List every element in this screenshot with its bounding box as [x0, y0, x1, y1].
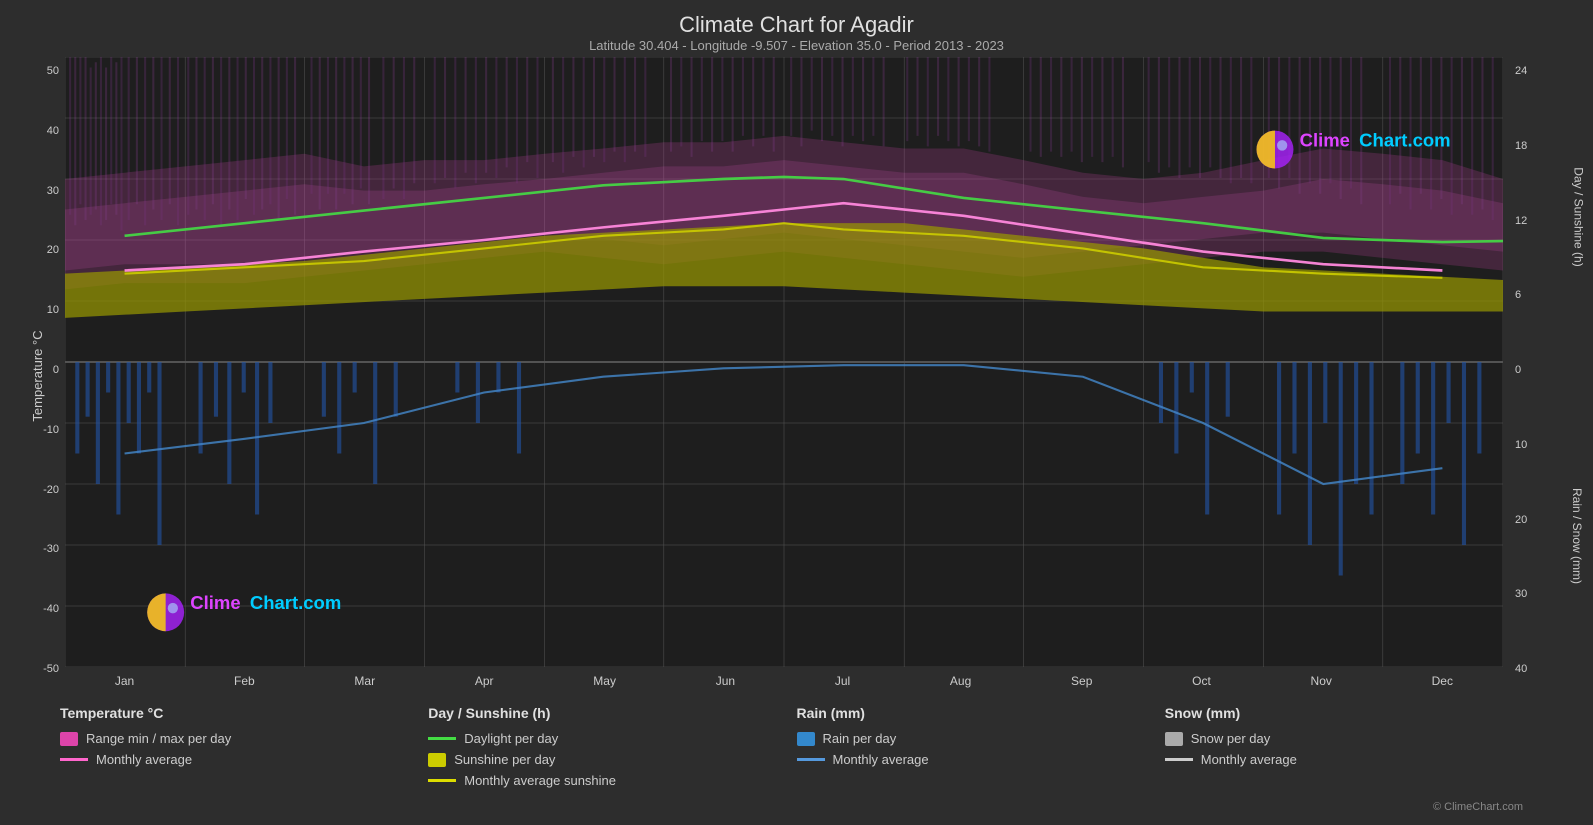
x-tick-nov: Nov: [1311, 674, 1332, 688]
legend-line-rain-monthly: [797, 758, 825, 761]
right-axis-rain-label: Rain / Snow (mm): [1570, 487, 1584, 583]
legend-snow-title: Snow (mm): [1165, 705, 1533, 721]
legend-swatch-temp-range: [60, 732, 78, 746]
legend-swatch-snow: [1165, 732, 1183, 746]
chart-header: Climate Chart for Agadir Latitude 30.404…: [0, 0, 1593, 57]
legend-daylight: Daylight per day: [428, 731, 796, 746]
legend-line-daylight: [428, 737, 456, 740]
legend-line-sunshine-monthly: [428, 779, 456, 782]
legend-snow-monthly: Monthly average: [1165, 752, 1533, 767]
x-tick-jun: Jun: [716, 674, 735, 688]
y-axis-left-label: Temperature °C: [30, 330, 45, 421]
page-container: Climate Chart for Agadir Latitude 30.404…: [0, 0, 1593, 825]
copyright: © ClimeChart.com: [1433, 801, 1533, 817]
x-tick-dec: Dec: [1432, 674, 1453, 688]
legend-label-rain-monthly: Monthly average: [833, 752, 929, 767]
x-tick-jan: Jan: [115, 674, 134, 688]
chart-area: Temperature °C 50 40 30 20 10 0 -10 -20 …: [0, 57, 1593, 695]
main-chart-svg: Clime Chart.com Clime Chart.com: [65, 57, 1503, 667]
legend-rain-title: Rain (mm): [797, 705, 1165, 721]
copyright-area: © ClimeChart.com: [1165, 787, 1533, 815]
svg-text:Chart.com: Chart.com: [1359, 129, 1450, 150]
y-axis-left: Temperature °C 50 40 30 20 10 0 -10 -20 …: [10, 57, 65, 695]
legend-label-rain-per-day: Rain per day: [823, 731, 897, 746]
x-tick-sep: Sep: [1071, 674, 1092, 688]
legend-rain-per-day: Rain per day: [797, 731, 1165, 746]
chart-subtitle: Latitude 30.404 - Longitude -9.507 - Ele…: [0, 38, 1593, 53]
legend-sunshine-per-day: Sunshine per day: [428, 752, 796, 767]
x-tick-oct: Oct: [1192, 674, 1211, 688]
legend-temp-monthly: Monthly average: [60, 752, 428, 767]
x-tick-jul: Jul: [835, 674, 850, 688]
x-tick-feb: Feb: [234, 674, 255, 688]
legend-sunshine: Day / Sunshine (h) Daylight per day Suns…: [428, 705, 796, 815]
legend-line-temp-monthly: [60, 758, 88, 761]
y-axis-right: Day / Sunshine (h) Rain / Snow (mm) 24 1…: [1503, 57, 1583, 695]
legend-swatch-rain: [797, 732, 815, 746]
chart-svg-container: Clime Chart.com Clime Chart.com: [65, 57, 1503, 667]
legend-swatch-sunshine: [428, 753, 446, 767]
chart-wrapper: Clime Chart.com Clime Chart.com Jan: [65, 57, 1503, 695]
legend-label-daylight: Daylight per day: [464, 731, 558, 746]
legend-sunshine-monthly: Monthly average sunshine: [428, 773, 796, 788]
right-axis-sunshine-label: Day / Sunshine (h): [1571, 167, 1585, 266]
x-axis: Jan Feb Mar Apr May Jun Jul Aug Sep Oct …: [65, 667, 1503, 695]
legend-rain-monthly: Monthly average: [797, 752, 1165, 767]
svg-text:Clime: Clime: [190, 592, 240, 613]
legend-area: Temperature °C Range min / max per day M…: [0, 695, 1593, 825]
svg-text:Clime: Clime: [1300, 129, 1350, 150]
legend-snow-per-day: Snow per day: [1165, 731, 1533, 746]
legend-snow: Snow (mm) Snow per day Monthly average ©…: [1165, 705, 1533, 815]
legend-temperature-title: Temperature °C: [60, 705, 428, 721]
x-tick-mar: Mar: [354, 674, 375, 688]
legend-line-snow-monthly: [1165, 758, 1193, 761]
x-tick-may: May: [593, 674, 616, 688]
legend-temp-range: Range min / max per day: [60, 731, 428, 746]
x-tick-aug: Aug: [950, 674, 971, 688]
x-tick-apr: Apr: [475, 674, 494, 688]
svg-text:Chart.com: Chart.com: [250, 592, 341, 613]
legend-label-snow-monthly: Monthly average: [1201, 752, 1297, 767]
legend-label-sunshine-per-day: Sunshine per day: [454, 752, 555, 767]
chart-title: Climate Chart for Agadir: [0, 12, 1593, 38]
legend-sunshine-title: Day / Sunshine (h): [428, 705, 796, 721]
legend-label-temp-monthly: Monthly average: [96, 752, 192, 767]
legend-label-sunshine-monthly: Monthly average sunshine: [464, 773, 616, 788]
legend-label-snow-per-day: Snow per day: [1191, 731, 1271, 746]
legend-temperature: Temperature °C Range min / max per day M…: [60, 705, 428, 815]
legend-label-temp-range: Range min / max per day: [86, 731, 231, 746]
legend-rain: Rain (mm) Rain per day Monthly average: [797, 705, 1165, 815]
